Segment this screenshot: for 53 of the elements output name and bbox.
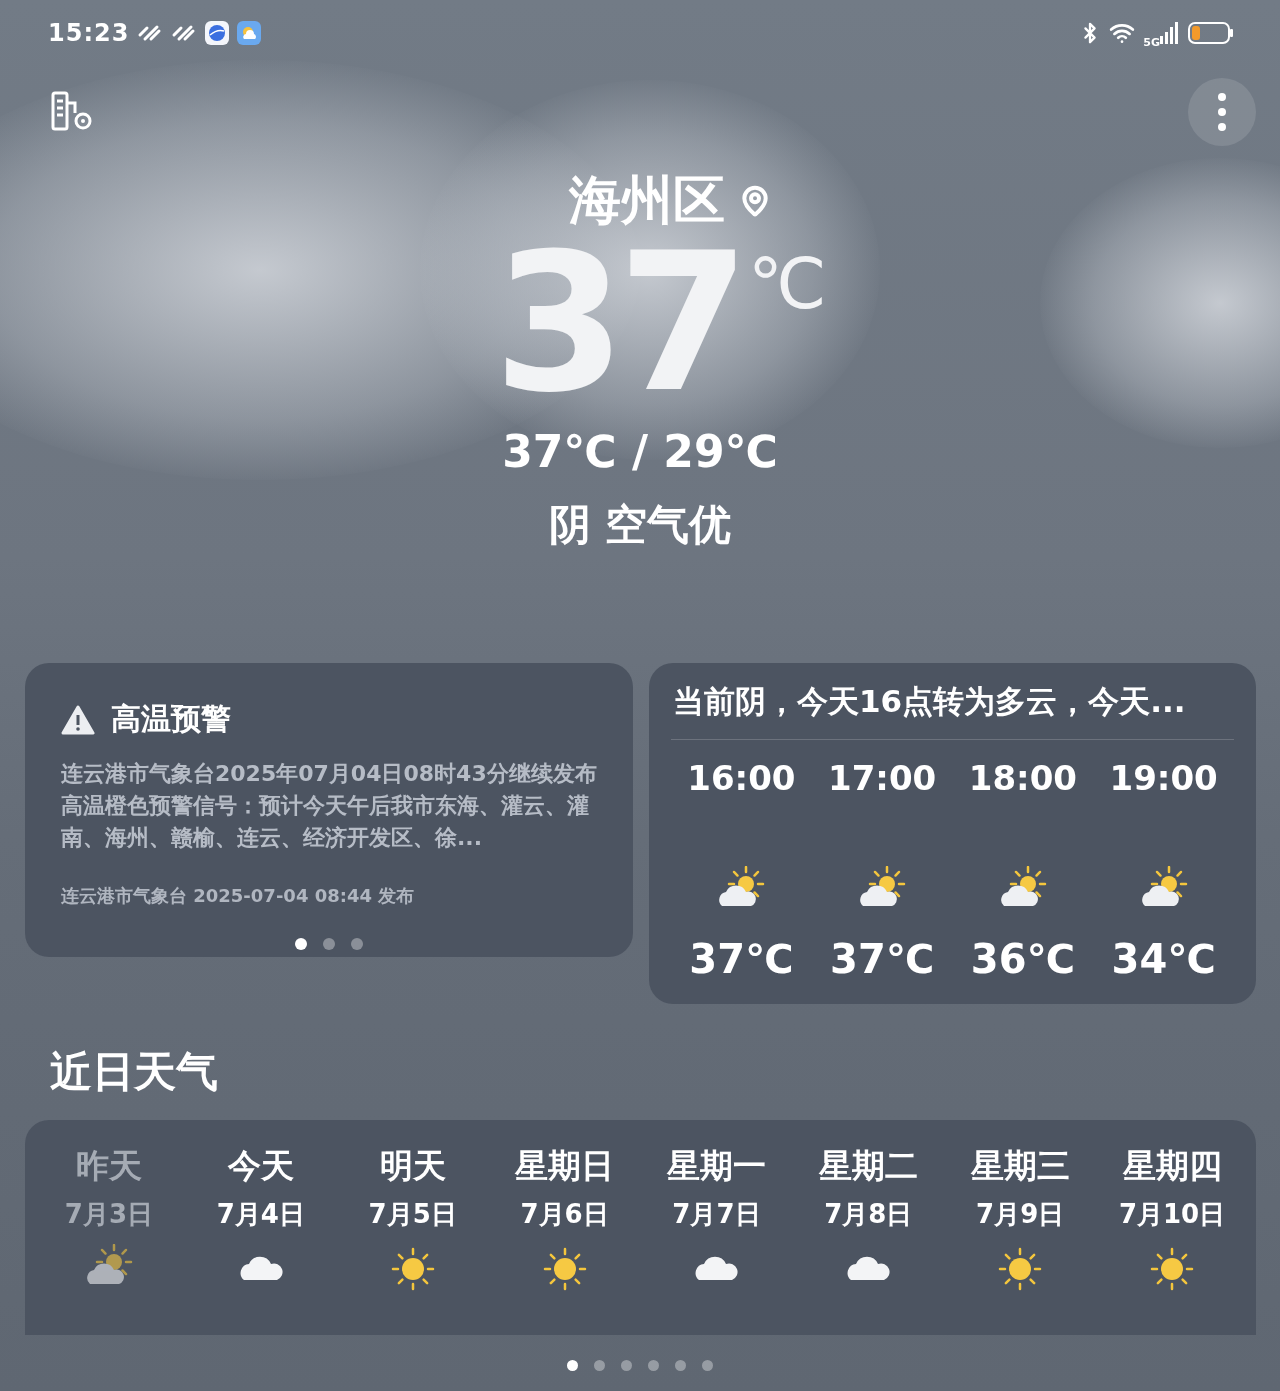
- hour-time: 18:00: [968, 758, 1077, 798]
- browser-app-icon: [205, 21, 230, 45]
- day-date: 7月10日: [1118, 1198, 1226, 1231]
- weather-summary: 阴 空气优: [548, 499, 732, 551]
- day-date: 7月9日: [976, 1198, 1065, 1231]
- day-name: 星期一: [666, 1145, 766, 1187]
- carousel-dot[interactable]: [295, 938, 307, 950]
- carousel-dot[interactable]: [351, 938, 363, 950]
- status-time: 15:23: [48, 19, 130, 47]
- day-date: 7月4日: [216, 1198, 305, 1231]
- day-name: 星期二: [818, 1145, 918, 1187]
- hour-temperature: 37℃: [689, 936, 794, 982]
- day-date: 7月6日: [520, 1198, 609, 1231]
- day-name: 星期日: [515, 1145, 615, 1187]
- weather-app-icon: [237, 21, 262, 45]
- location-pin-icon: [739, 185, 771, 217]
- temperature-unit: ℃: [747, 244, 827, 324]
- day-date: 7月5日: [368, 1198, 457, 1231]
- page-dot[interactable]: [621, 1360, 632, 1371]
- warning-source: 连云港市气象台 2025-07-04 08:44 发布: [61, 884, 416, 908]
- temperature-range: 37℃ / 29℃: [502, 426, 778, 477]
- day-date: 7月3日: [64, 1198, 154, 1231]
- day-date: 7月8日: [824, 1198, 913, 1231]
- hour-temperature: 37℃: [830, 936, 935, 982]
- hour-time: 17:00: [828, 758, 937, 798]
- day-date: 7月7日: [672, 1198, 761, 1231]
- network-type: 5G: [1143, 35, 1160, 49]
- page-dot[interactable]: [648, 1360, 659, 1371]
- location-name: 海州区: [569, 169, 725, 232]
- section-title: 近日天气: [50, 1046, 219, 1098]
- day-name: 星期四: [1122, 1145, 1222, 1187]
- hour-temperature: 34℃: [1111, 936, 1216, 982]
- forecast-summary: 当前阴，今天16点转为多云，今天...: [671, 681, 1234, 740]
- warning-text: 连云港市气象台2025年07月04日08时43分继续发布高温橙色预警信号：预计今天午后我市东海、灌云、灌南、海州、赣榆、连云、经济开发区、徐...: [61, 760, 597, 852]
- signal-icon: [1160, 22, 1180, 44]
- hour-temperature: 36℃: [970, 936, 1075, 982]
- carousel-dot[interactable]: [323, 938, 335, 950]
- warning-icon: [61, 704, 95, 735]
- page-dot[interactable]: [702, 1360, 713, 1371]
- day-name: 昨天: [75, 1145, 142, 1187]
- page-dot[interactable]: [594, 1360, 605, 1371]
- warning-card[interactable]: 高温预警 连云港市气象台2025年07月04日08时43分继续发布高温橙色预警信号：预计今天午后我市东海、灌云、灌南、海州、赣榆、连云、经济开发区、徐... 连云港市气象台 2025-07-04 08:44 发布: [25, 663, 633, 957]
- page-dot[interactable]: [567, 1360, 578, 1371]
- hour-time: 19:00: [1109, 758, 1218, 798]
- hour-time: 16:00: [687, 758, 796, 798]
- day-name: 星期三: [970, 1145, 1070, 1187]
- more-vertical-icon: [1217, 92, 1227, 132]
- page-dot[interactable]: [675, 1360, 686, 1371]
- battery-icon: [1188, 22, 1234, 44]
- day-name: 今天: [227, 1145, 294, 1187]
- current-temperature: 37: [493, 244, 742, 404]
- day-name: 明天: [379, 1145, 446, 1187]
- warning-title: 高温预警: [111, 700, 231, 738]
